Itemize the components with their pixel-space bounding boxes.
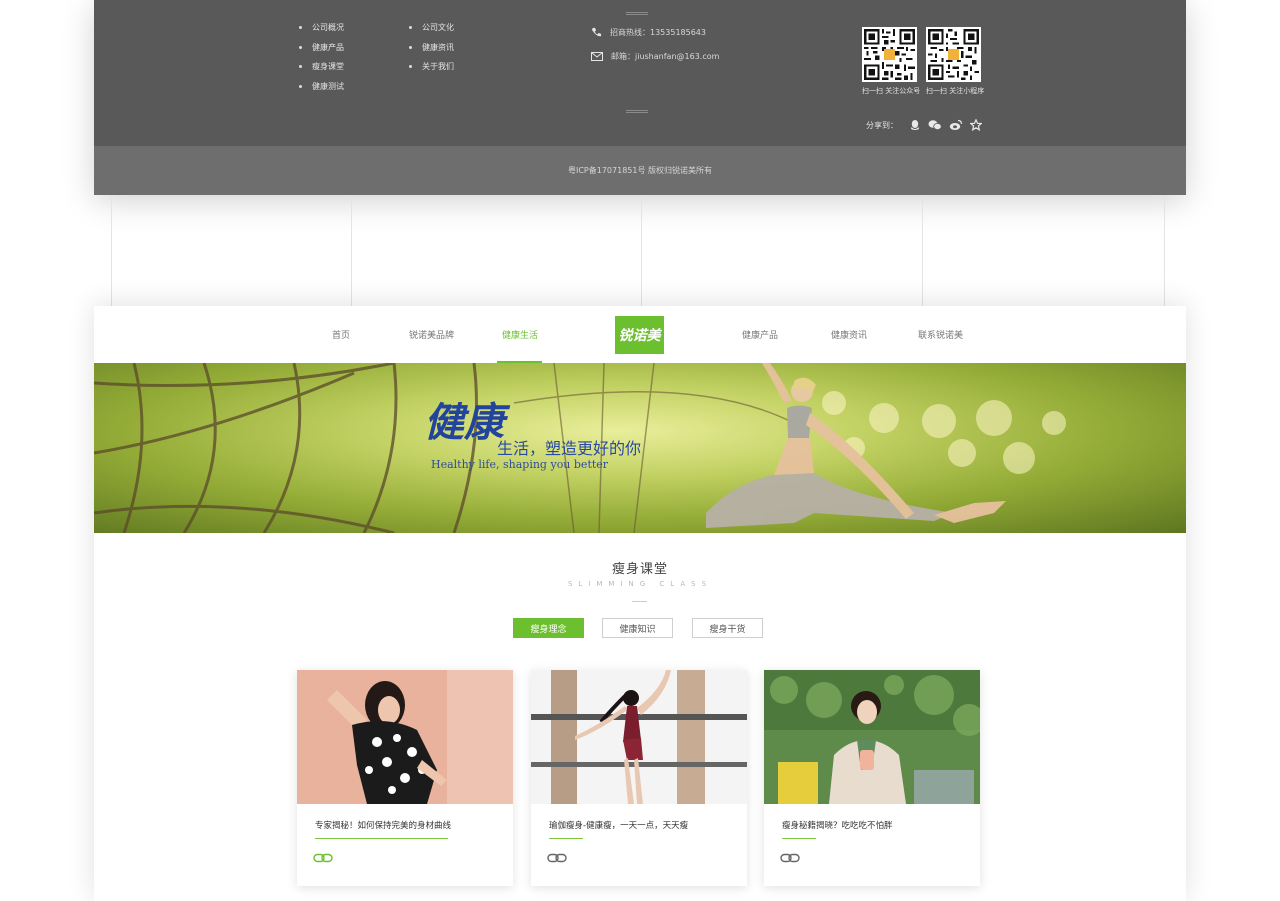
footer-links-col2: 公司文化 健康资讯 关于我们 xyxy=(409,18,454,77)
article-card[interactable]: 瘦身秘籍揭晓？吃吃吃不怕胖 xyxy=(764,670,980,886)
star-icon[interactable] xyxy=(970,119,982,131)
footer-link[interactable]: 公司概况 xyxy=(299,18,344,38)
share-label: 分享到： xyxy=(866,120,898,130)
qq-icon[interactable] xyxy=(909,119,921,131)
mail-icon xyxy=(591,52,603,61)
nav-item-products[interactable]: 健康产品 xyxy=(742,306,778,363)
card-photo xyxy=(764,670,980,804)
page-preview: 首页 锐诺美品牌 健康生活 锐诺美 健康产品 健康资讯 联系锐诺美 健康 生活，… xyxy=(94,306,1186,901)
link-icon[interactable] xyxy=(780,853,800,863)
footer-main: 公司概况 健康产品 瘦身课堂 健康测试 公司文化 健康资讯 关于我们 招商热线：… xyxy=(94,0,1186,146)
grid-line xyxy=(111,195,112,306)
hotline: 招商热线：13535185643 xyxy=(591,27,706,38)
footer-links-col1: 公司概况 健康产品 瘦身课堂 健康测试 xyxy=(299,18,344,96)
wechat-icon[interactable] xyxy=(928,119,942,131)
footer-link[interactable]: 健康资讯 xyxy=(409,38,454,58)
card-title[interactable]: 专家揭秘！如何保持完美的身材曲线 xyxy=(315,819,451,831)
nav-item-contact[interactable]: 联系锐诺美 xyxy=(918,306,963,363)
email: 邮箱：jiushanfan@163.com xyxy=(591,51,719,62)
card-title-underline xyxy=(549,838,583,839)
logo[interactable]: 锐诺美 xyxy=(615,316,664,354)
link-icon[interactable] xyxy=(547,853,567,863)
share-bar: 分享到： xyxy=(866,119,982,131)
qr-code-official-account xyxy=(862,27,917,82)
footer-link[interactable]: 公司文化 xyxy=(409,18,454,38)
grid-line xyxy=(641,195,642,306)
grid-line xyxy=(1164,195,1165,306)
nav-item-home[interactable]: 首页 xyxy=(332,306,350,363)
nav-item-healthy-life[interactable]: 健康生活 xyxy=(502,306,538,363)
card-photo xyxy=(297,670,513,804)
footer-link[interactable]: 健康测试 xyxy=(299,77,344,97)
banner-slogan-en: Healthy life, shaping you better xyxy=(431,458,609,471)
card-title[interactable]: 瘦身秘籍揭晓？吃吃吃不怕胖 xyxy=(782,819,893,831)
section-divider xyxy=(632,601,647,602)
qr-code-mini-program xyxy=(926,27,981,82)
hero-banner: 健康 生活，塑造更好的你 Healthy life, shaping you b… xyxy=(94,363,1186,533)
card-title-underline xyxy=(315,838,448,839)
qr-label-official-account: 扫一扫 关注公众号 xyxy=(862,87,921,95)
copyright-text: 粤ICP备17071851号 版权归锐诺美所有 xyxy=(567,166,713,175)
tab-slimming-concept[interactable]: 瘦身理念 xyxy=(513,618,584,638)
copyright-bar: 粤ICP备17071851号 版权归锐诺美所有 xyxy=(94,146,1186,195)
top-nav: 首页 锐诺美品牌 健康生活 锐诺美 健康产品 健康资讯 联系锐诺美 xyxy=(94,306,1186,363)
card-title-underline xyxy=(782,838,816,839)
phone-icon xyxy=(591,27,602,37)
qr-label-mini-program: 扫一扫 关注小程序 xyxy=(926,87,985,95)
divider-top xyxy=(626,12,648,15)
card-photo xyxy=(531,670,747,804)
footer-link[interactable]: 瘦身课堂 xyxy=(299,57,344,77)
section-title: 瘦身课堂 xyxy=(611,562,668,577)
link-icon[interactable] xyxy=(313,853,333,863)
weibo-icon[interactable] xyxy=(949,119,963,131)
tab-slimming-tips[interactable]: 瘦身干货 xyxy=(692,618,763,638)
card-title[interactable]: 瑜伽瘦身-健康瘦，一天一点，天天瘦 xyxy=(549,819,688,831)
nav-item-news[interactable]: 健康资讯 xyxy=(831,306,867,363)
section-subtitle: SLIMMING CLASS xyxy=(567,580,713,588)
grid-line xyxy=(922,195,923,306)
article-card[interactable]: 专家揭秘！如何保持完美的身材曲线 xyxy=(297,670,513,886)
grid-line xyxy=(351,195,352,306)
footer-link[interactable]: 关于我们 xyxy=(409,57,454,77)
footer-link[interactable]: 健康产品 xyxy=(299,38,344,58)
banner-slogan-big: 健康 xyxy=(424,399,504,446)
divider-bottom xyxy=(626,110,648,113)
banner-slogan-sub: 生活，塑造更好的你 xyxy=(497,439,642,458)
article-card[interactable]: 瑜伽瘦身-健康瘦，一天一点，天天瘦 xyxy=(531,670,747,886)
footer-preview: 公司概况 健康产品 瘦身课堂 健康测试 公司文化 健康资讯 关于我们 招商热线：… xyxy=(94,0,1186,195)
tab-health-knowledge[interactable]: 健康知识 xyxy=(602,618,673,638)
nav-item-brand[interactable]: 锐诺美品牌 xyxy=(409,306,454,363)
